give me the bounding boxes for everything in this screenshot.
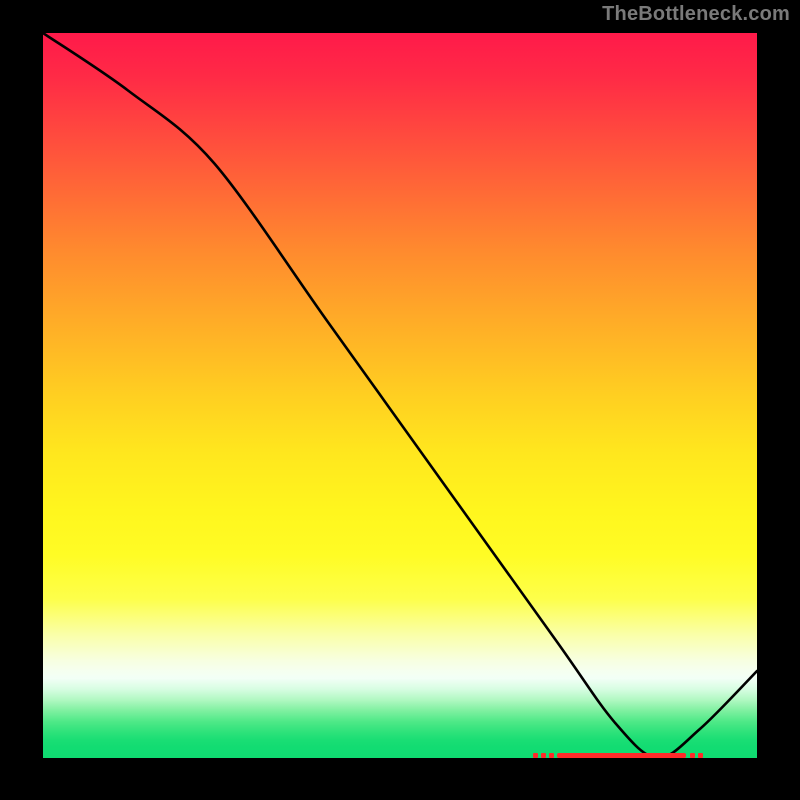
- bottleneck-curve: [43, 33, 757, 758]
- chart-frame: TheBottleneck.com: [0, 0, 800, 800]
- plot-area: [37, 27, 763, 764]
- watermark-label: TheBottleneck.com: [602, 3, 790, 26]
